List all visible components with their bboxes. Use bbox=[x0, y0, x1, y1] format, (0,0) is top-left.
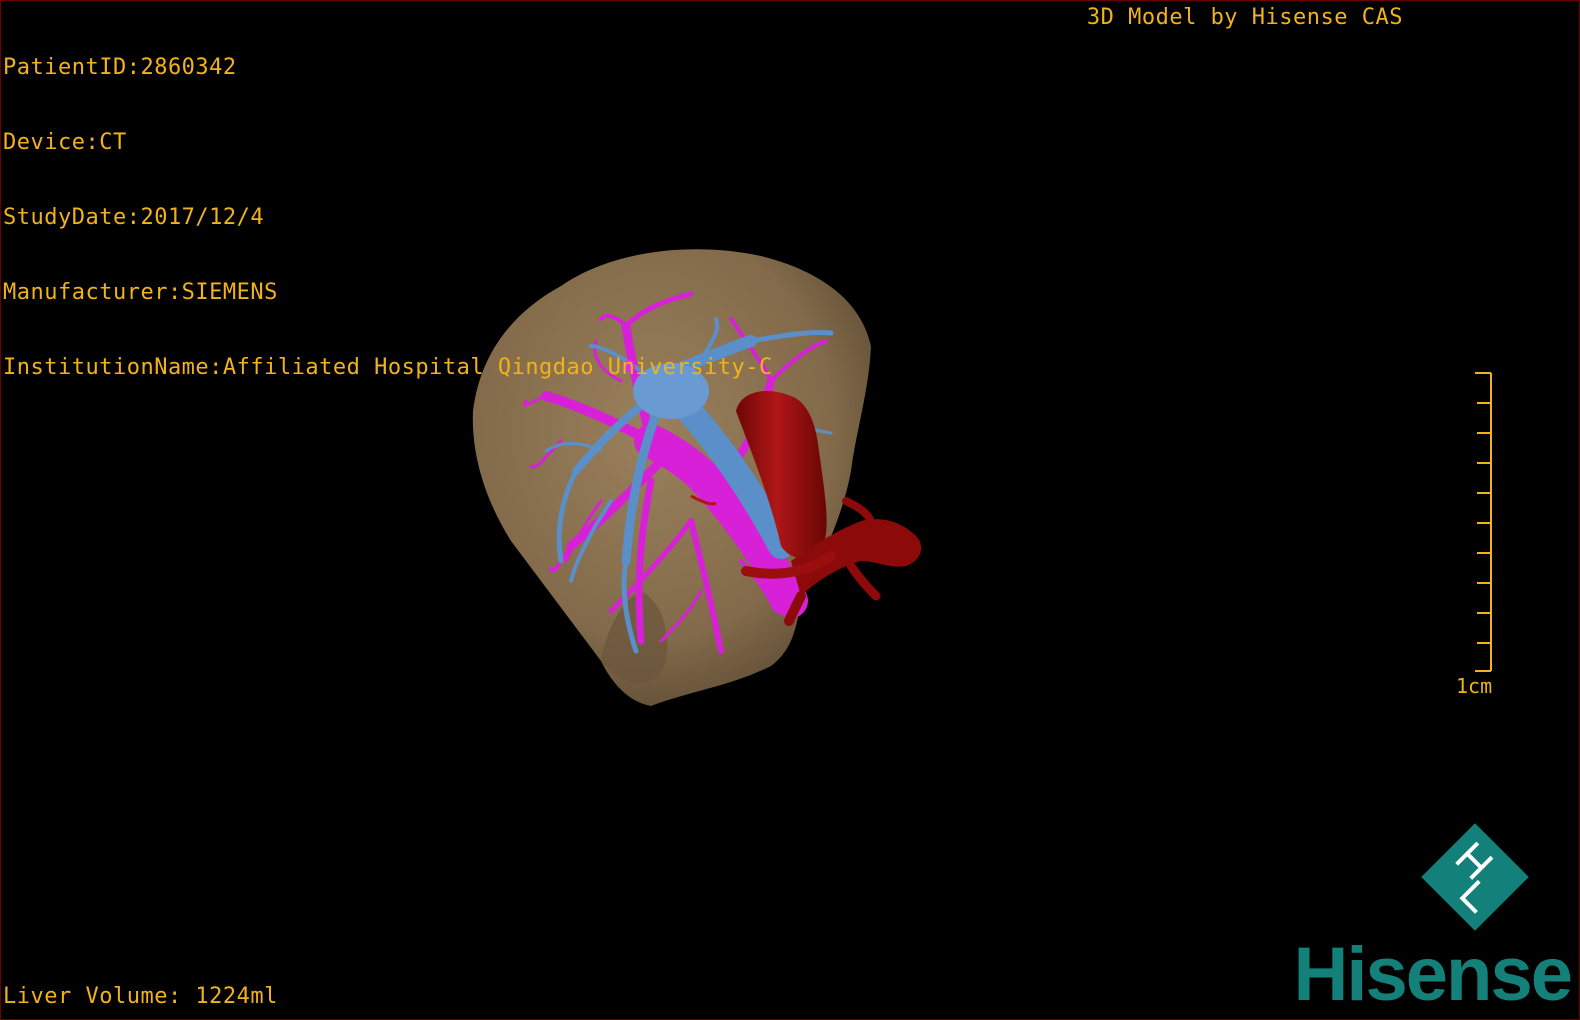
institution-name: InstitutionName:Affiliated Hospital Qing… bbox=[3, 355, 773, 380]
brand-area: Hisense bbox=[1219, 819, 1579, 1019]
manufacturer: Manufacturer:SIEMENS bbox=[3, 280, 278, 305]
hisense-logo-text: Hisense bbox=[1293, 932, 1573, 1017]
study-info: PatientID:2860342 Device:CT StudyDate:20… bbox=[3, 5, 773, 430]
device: Device:CT bbox=[3, 130, 127, 155]
patient-id: PatientID:2860342 bbox=[3, 55, 237, 80]
scale-ruler bbox=[1475, 372, 1492, 672]
model-credit: 3D Model by Hisense CAS bbox=[1086, 5, 1403, 30]
3d-viewport[interactable]: PatientID:2860342 Device:CT StudyDate:20… bbox=[0, 0, 1580, 1020]
hisense-cas-logo-icon bbox=[1421, 823, 1529, 931]
liver-volume: Liver Volume: 1224ml bbox=[3, 984, 278, 1009]
study-date: StudyDate:2017/12/4 bbox=[3, 205, 265, 230]
scale-label: 1cm bbox=[1456, 674, 1493, 698]
